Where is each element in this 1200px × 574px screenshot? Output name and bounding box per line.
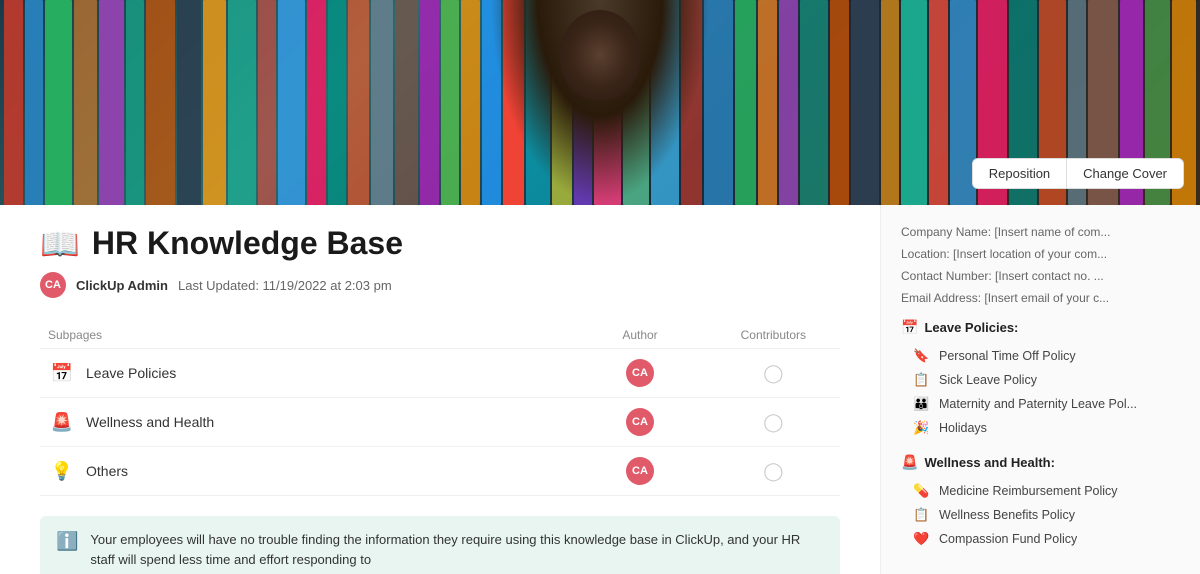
subpage-name: Others <box>86 463 128 479</box>
meta-row: CA ClickUp Admin Last Updated: 11/19/202… <box>40 272 840 298</box>
sidebar-wellness-header: 🚨 Wellness and Health: <box>897 454 1184 471</box>
cover-image: Reposition Change Cover <box>0 0 1200 205</box>
cover-controls: Reposition Change Cover <box>972 158 1184 189</box>
sidebar-item-label: Medicine Reimbursement Policy <box>939 484 1118 498</box>
sidebar-item-icon: 📋 <box>913 507 931 523</box>
subpage-name: Wellness and Health <box>86 414 214 430</box>
sidebar-item-icon: 👪 <box>913 396 931 412</box>
sidebar-item-label: Wellness Benefits Policy <box>939 508 1075 522</box>
subpage-icon: 📅 <box>48 363 76 384</box>
leave-policies-section-icon: 📅 <box>901 319 918 336</box>
subpage-name: Leave Policies <box>86 365 176 381</box>
content-area: 📖 HR Knowledge Base CA ClickUp Admin Las… <box>0 205 880 574</box>
subpage-icon: 🚨 <box>48 412 76 433</box>
sidebar-leave-item[interactable]: 🔖 Personal Time Off Policy <box>897 344 1184 368</box>
sidebar-wellness-item[interactable]: 📋 Wellness Benefits Policy <box>897 503 1184 527</box>
col-header-contributors: Contributors <box>707 322 840 349</box>
contributor-icon: ◯ <box>763 363 783 383</box>
sidebar-item-label: Personal Time Off Policy <box>939 349 1076 363</box>
author-avatar-cell: CA <box>626 359 654 387</box>
info-callout-text: Your employees will have no trouble find… <box>90 530 824 569</box>
sidebar-item-icon: 📋 <box>913 372 931 388</box>
col-header-author: Author <box>573 322 706 349</box>
table-row[interactable]: 📅 Leave Policies CA ◯ <box>40 349 840 398</box>
leave-policies-label: Leave Policies: <box>924 320 1018 335</box>
sidebar-email: Email Address: [Insert email of your c..… <box>897 291 1184 305</box>
sidebar-contact: Contact Number: [Insert contact no. ... <box>897 269 1184 283</box>
info-callout-icon: ℹ️ <box>56 531 78 552</box>
table-row[interactable]: 💡 Others CA ◯ <box>40 447 840 496</box>
page-title: HR Knowledge Base <box>92 225 403 262</box>
contributor-icon: ◯ <box>763 412 783 432</box>
wellness-section-icon: 🚨 <box>901 454 918 471</box>
contributor-icon: ◯ <box>763 461 783 481</box>
sidebar: Company Name: [Insert name of com... Loc… <box>880 205 1200 574</box>
sidebar-company-name: Company Name: [Insert name of com... <box>897 225 1184 239</box>
sidebar-leave-item[interactable]: 📋 Sick Leave Policy <box>897 368 1184 392</box>
sidebar-wellness-items: 💊 Medicine Reimbursement Policy 📋 Wellne… <box>897 479 1184 551</box>
sidebar-location: Location: [Insert location of your com..… <box>897 247 1184 261</box>
sidebar-item-label: Compassion Fund Policy <box>939 532 1077 546</box>
sidebar-wellness-item[interactable]: ❤️ Compassion Fund Policy <box>897 527 1184 551</box>
sidebar-item-icon: 🔖 <box>913 348 931 364</box>
sidebar-item-icon: 🎉 <box>913 420 931 436</box>
subpages-table: Subpages Author Contributors 📅 Leave Pol… <box>40 322 840 496</box>
author-avatar-cell: CA <box>626 457 654 485</box>
subpage-icon: 💡 <box>48 461 76 482</box>
reposition-button[interactable]: Reposition <box>973 159 1066 188</box>
sidebar-item-icon: 💊 <box>913 483 931 499</box>
author-avatar: CA <box>40 272 66 298</box>
main-layout: 📖 HR Knowledge Base CA ClickUp Admin Las… <box>0 205 1200 574</box>
sidebar-leave-items: 🔖 Personal Time Off Policy 📋 Sick Leave … <box>897 344 1184 440</box>
sidebar-item-label: Sick Leave Policy <box>939 373 1037 387</box>
sidebar-leave-policies-header: 📅 Leave Policies: <box>897 319 1184 336</box>
sidebar-leave-item[interactable]: 🎉 Holidays <box>897 416 1184 440</box>
change-cover-button[interactable]: Change Cover <box>1066 159 1183 188</box>
sidebar-item-label: Maternity and Paternity Leave Pol... <box>939 397 1137 411</box>
sidebar-item-label: Holidays <box>939 421 987 435</box>
sidebar-wellness-item[interactable]: 💊 Medicine Reimbursement Policy <box>897 479 1184 503</box>
last-updated: Last Updated: 11/19/2022 at 2:03 pm <box>178 278 392 293</box>
table-row[interactable]: 🚨 Wellness and Health CA ◯ <box>40 398 840 447</box>
author-name: ClickUp Admin <box>76 278 168 293</box>
cover-person-silhouette <box>490 0 710 205</box>
page-icon: 📖 <box>40 228 80 260</box>
page-title-row: 📖 HR Knowledge Base <box>40 225 840 262</box>
wellness-label: Wellness and Health: <box>924 455 1055 470</box>
sidebar-leave-item[interactable]: 👪 Maternity and Paternity Leave Pol... <box>897 392 1184 416</box>
sidebar-item-icon: ❤️ <box>913 531 931 547</box>
col-header-subpages: Subpages <box>40 322 573 349</box>
author-avatar-cell: CA <box>626 408 654 436</box>
info-callout: ℹ️ Your employees will have no trouble f… <box>40 516 840 574</box>
